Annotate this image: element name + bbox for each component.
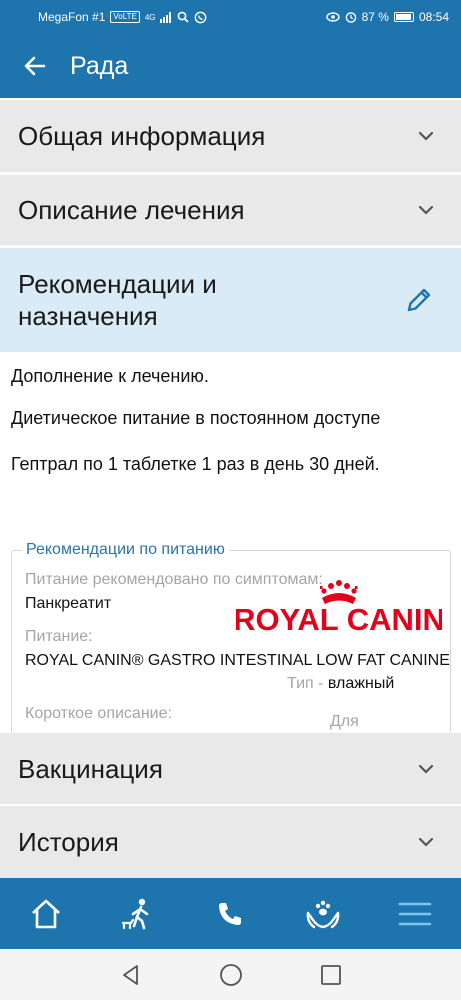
section-vaccination[interactable]: Вакцинация [0, 733, 461, 804]
status-bar-left: MegaFon #1 VoLTE 4G [38, 10, 207, 24]
section-treatment[interactable]: Описание лечения [0, 175, 461, 245]
chevron-down-icon [418, 764, 434, 774]
section-treatment-title: Описание лечения [18, 195, 245, 225]
section-general-info[interactable]: Общая информация [0, 100, 461, 172]
app-bar: Рада [0, 34, 461, 98]
royal-canin-logo-text: ROYAL CANIN [236, 602, 442, 636]
phone-icon [219, 902, 242, 925]
section-recommendations-title: Рекомендации и назначения [18, 268, 217, 332]
system-recents-button[interactable] [316, 960, 346, 990]
recommendation-paragraph: Диетическое питание в постоянном доступе [11, 408, 381, 428]
symptoms-value: Панкреатит [25, 595, 112, 612]
nav-home-button[interactable] [16, 884, 76, 944]
chevron-down-icon [418, 205, 434, 215]
signal-icon [160, 11, 172, 23]
section-vaccination-title: Вакцинация [18, 753, 163, 784]
food-type: Тип - влажный [287, 675, 394, 693]
nav-call-button[interactable] [200, 884, 260, 944]
pet-care-icon [306, 900, 339, 928]
back-button[interactable] [0, 34, 70, 98]
alarm-icon [345, 12, 356, 23]
battery-percent: 87 % [361, 10, 389, 24]
food-type-label: Тип - [287, 675, 324, 692]
home-icon [32, 899, 60, 928]
carrier-name: MegaFon #1 [38, 10, 106, 24]
nav-pet-care-button[interactable] [293, 884, 353, 944]
nutrition-legend: Рекомендации по питанию [22, 541, 229, 559]
short-description-label: Короткое описание: [25, 705, 172, 722]
section-recommendations-title-line2: назначения [18, 301, 158, 331]
recommendation-paragraph: Дополнение к лечению. [11, 366, 209, 386]
battery-icon [393, 12, 414, 22]
back-triangle-icon [122, 964, 138, 985]
arrow-left-icon [24, 56, 46, 76]
pencil-icon[interactable] [403, 284, 435, 316]
section-history-title: История [18, 827, 119, 857]
recommendations-content[interactable]: Дополнение к лечению. Диетическое питани… [0, 352, 461, 732]
food-label: Питание: [25, 628, 93, 645]
page-title: Рада [70, 51, 129, 80]
recommendation-paragraph: Гептрал по 1 таблетке 1 раз в день 30 дн… [11, 454, 380, 474]
nav-menu-button[interactable] [385, 884, 445, 944]
status-bar-right: 87 % 08:54 [325, 10, 449, 24]
chevron-down-icon [418, 131, 434, 141]
chevron-down-icon [418, 837, 434, 847]
clock: 08:54 [418, 10, 449, 24]
search-icon [178, 11, 190, 23]
system-home-button[interactable] [216, 960, 246, 990]
section-general-info-title: Общая информация [18, 121, 266, 151]
royal-canin-logo: ROYAL CANIN [233, 578, 445, 637]
food-type-value: влажный [327, 675, 395, 692]
network-type: 4G [144, 12, 156, 22]
eye-icon [325, 12, 340, 22]
section-history[interactable]: История [0, 806, 461, 878]
walking-pet-icon [122, 898, 149, 929]
system-back-button[interactable] [116, 960, 146, 990]
bottom-navigation [0, 878, 461, 949]
recents-square-icon [320, 964, 341, 985]
nav-walk-button[interactable] [108, 884, 168, 944]
royal-canin-logo-image: ROYAL CANIN [233, 580, 445, 637]
home-circle-icon [219, 963, 242, 986]
whatsapp-icon [195, 11, 207, 23]
system-navigation-bar [0, 949, 461, 1000]
volte-badge: VoLTE [110, 11, 140, 23]
food-value: ROYAL CANIN® GASTRO INTESTINAL LOW FAT C… [25, 652, 450, 669]
section-recommendations-title-line1: Рекомендации и [18, 269, 217, 299]
short-description-value: Для [330, 713, 359, 730]
menu-icon [398, 902, 432, 925]
section-recommendations[interactable]: Рекомендации и назначения [0, 248, 461, 352]
status-bar: MegaFon #1 VoLTE 4G 87 % 08:54 [0, 0, 461, 34]
